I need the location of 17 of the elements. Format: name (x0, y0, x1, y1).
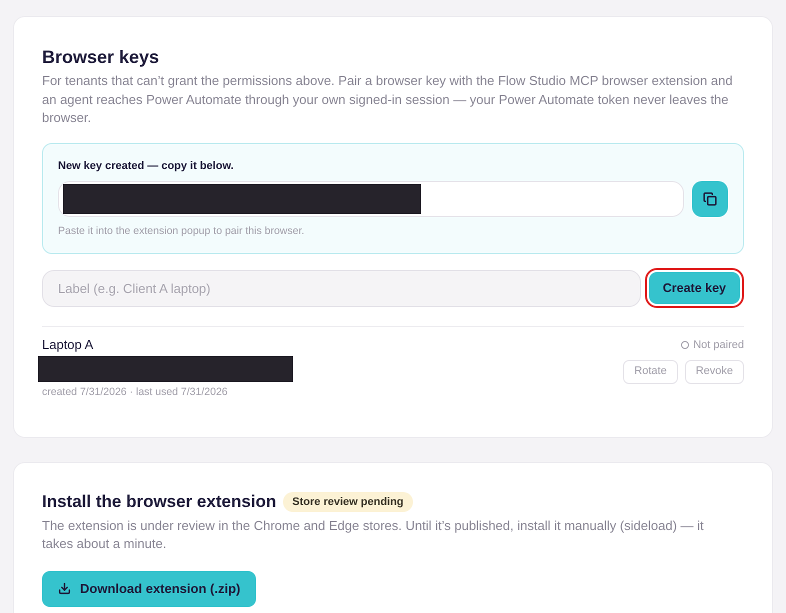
section-description: The extension is under review in the Chrome and Edge stores. Until it’s published, install it manually (sideload) — it takes about a minute. (42, 516, 705, 553)
section-description: For tenants that can’t grant the permissions above. Pair a browser key with the Flow Studio MCP browser extension and an agent reaches Power Automate through your own signed-in session — your Power Automate token never leaves the browser. (42, 72, 734, 127)
download-extension-button[interactable]: Download extension (.zip) (42, 570, 256, 606)
download-icon (58, 582, 71, 595)
key-name: Laptop A (42, 336, 94, 354)
key-meta: created 7/31/2026 · last used 7/31/2026 (42, 384, 229, 398)
callout-hint: Paste it into the extension popup to pair this browser. (58, 224, 306, 238)
pairing-status: Not paired (693, 338, 744, 352)
label-input-field[interactable]: Label (e.g. Client A laptop) (42, 270, 641, 306)
callout-heading: New key created — copy it below. (58, 158, 235, 172)
copy-button[interactable] (692, 180, 728, 216)
status-badge: Store review pending (283, 492, 413, 512)
key-field[interactable] (58, 180, 684, 216)
section-title: Browser keys (42, 46, 160, 69)
copy-icon (703, 192, 717, 206)
create-key-button[interactable]: Create key (648, 272, 740, 304)
section-title: Install the browser extension (42, 490, 276, 512)
